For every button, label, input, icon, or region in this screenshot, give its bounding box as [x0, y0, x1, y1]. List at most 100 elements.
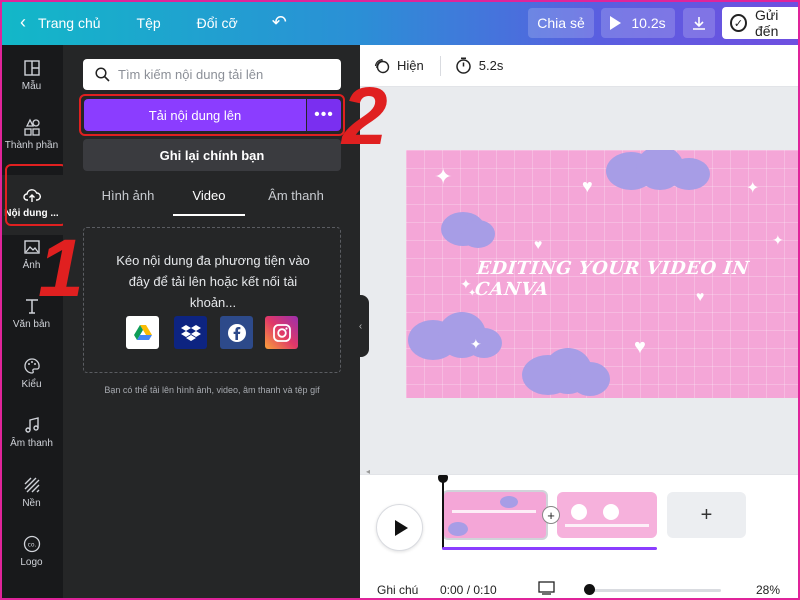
rail-item-audio[interactable]: Âm thanh: [0, 416, 63, 449]
music-icon: [24, 417, 39, 433]
heart-icon: ♥: [534, 236, 543, 252]
facebook-button[interactable]: [220, 316, 253, 349]
search-input[interactable]: Tìm kiếm nội dung tải lên: [83, 59, 341, 90]
send-label: Gửi đến: [755, 7, 779, 39]
send-button[interactable]: ✓ Gửi đến: [722, 7, 800, 39]
zoom-slider-knob[interactable]: [584, 584, 595, 595]
record-yourself-button[interactable]: Ghi lại chính bạn: [83, 139, 341, 171]
chevron-left-icon: ‹: [20, 12, 26, 32]
facebook-icon: [227, 323, 246, 342]
template-icon: [23, 60, 40, 76]
timeline-clip-2[interactable]: [557, 492, 657, 538]
undo-icon[interactable]: ↶: [272, 12, 287, 33]
cloud-decoration: [500, 496, 518, 508]
rail-item-elements[interactable]: Thành phần: [0, 118, 63, 151]
uploads-panel: Tìm kiếm nội dung tải lên Tải nội dung l…: [63, 45, 360, 600]
add-page-button[interactable]: +: [667, 492, 746, 538]
rail-item-templates[interactable]: Mẫu: [0, 59, 63, 92]
google-drive-button[interactable]: [126, 316, 159, 349]
playhead-handle[interactable]: [438, 475, 448, 483]
upload-hint: Bạn có thể tải lên hình ảnh, video, âm t…: [104, 385, 320, 395]
add-transition-button[interactable]: +: [542, 506, 560, 524]
clip-thumbnail-avatar: [603, 504, 619, 520]
check-circle-icon: ✓: [730, 14, 747, 32]
toolbar-divider: [439, 55, 441, 76]
time-readout: 0:00 / 0:10: [440, 583, 497, 597]
rail-label: Kiểu: [21, 379, 42, 390]
rail-label: Âm thanh: [10, 438, 53, 449]
background-icon: [24, 477, 39, 493]
cloud-decoration: [461, 220, 495, 248]
play-icon: [395, 519, 408, 536]
zoom-slider[interactable]: [588, 589, 721, 592]
play-preview-button[interactable]: 10.2s: [601, 8, 675, 38]
cloud-decoration: [570, 362, 610, 396]
instagram-icon: [272, 323, 291, 342]
duration-label: 5.2s: [478, 58, 504, 73]
home-label: Trang chủ: [38, 14, 101, 31]
rail-label: Mẫu: [21, 81, 42, 92]
top-bar: ‹ Trang chủ Tệp Đổi cỡ ↶ Chia sẻ 10.2s ✓…: [0, 0, 800, 45]
rail-label: Thành phần: [4, 140, 59, 151]
search-placeholder: Tìm kiếm nội dung tải lên: [118, 67, 264, 82]
logo-icon: co.: [23, 535, 40, 553]
zoom-level: 28%: [756, 583, 781, 597]
google-drive-icon: [133, 324, 152, 340]
tab-images[interactable]: Hình ảnh: [83, 188, 173, 216]
download-icon: [693, 17, 705, 30]
instagram-button[interactable]: [265, 316, 298, 349]
cloud-decoration: [668, 158, 710, 190]
rail-item-logo[interactable]: co. Logo: [0, 535, 63, 568]
resize-menu[interactable]: Đổi cỡ: [197, 15, 238, 31]
canvas-title-text[interactable]: EDITING YOUR VIDEO IN CANVA: [474, 258, 800, 300]
sparkle-icon: ✦: [772, 232, 784, 248]
rail-item-styles[interactable]: Kiểu: [0, 357, 63, 390]
rail-label: Nền: [22, 498, 41, 509]
more-options-button[interactable]: •••: [307, 99, 341, 131]
rail-label: Văn bản: [12, 319, 51, 330]
tab-audio[interactable]: Âm thanh: [251, 188, 341, 216]
side-rail: Mẫu Thành phần Nội dung ... Ảnh Văn bản …: [0, 45, 63, 600]
timeline-play-button[interactable]: [376, 504, 423, 551]
elements-icon: [23, 118, 40, 136]
animate-icon: [374, 58, 390, 73]
collapse-panel-button[interactable]: ‹: [352, 295, 369, 357]
timeline-progress-bar: [442, 547, 657, 550]
play-icon: [610, 16, 622, 30]
screen-icon[interactable]: [538, 581, 555, 596]
timeline-clip-1[interactable]: [442, 490, 548, 540]
play-duration: 10.2s: [631, 15, 666, 31]
clip-thumbnail-title: [452, 510, 536, 513]
palette-icon: [23, 358, 40, 374]
file-menu[interactable]: Tệp: [137, 15, 161, 31]
editor-toolbar: Hiện 5.2s: [360, 45, 800, 87]
upload-media-button[interactable]: Tải nội dung lên: [84, 99, 306, 131]
upload-drop-zone[interactable]: Kéo nội dung đa phương tiện vào đây để t…: [83, 227, 341, 373]
sparkle-icon: ✦: [746, 180, 760, 197]
design-canvas[interactable]: ✦ ♥ ✦ ♥ ✦ ✦ ✦ ♥ ✦ ♥ EDITING YOUR VIDEO I…: [406, 150, 800, 398]
animate-button[interactable]: Hiện: [374, 58, 424, 74]
download-button[interactable]: [683, 8, 715, 38]
rail-item-background[interactable]: Nền: [0, 476, 63, 509]
uploads-highlight-box: [5, 164, 67, 226]
timeline-playhead[interactable]: [442, 475, 444, 549]
search-icon: [95, 67, 110, 82]
heart-icon: ♥: [582, 176, 593, 196]
timer-icon: [456, 57, 471, 74]
notes-button[interactable]: Ghi chú: [377, 583, 418, 597]
cloud-decoration: [448, 522, 468, 536]
clip-thumbnail-avatar: [571, 504, 587, 520]
sparkle-icon: ✦: [470, 336, 482, 352]
dropbox-button[interactable]: [174, 316, 207, 349]
sparkle-icon: ✦: [434, 164, 453, 189]
top-nav: ‹ Trang chủ Tệp Đổi cỡ ↶: [0, 12, 287, 33]
share-button[interactable]: Chia sẻ: [528, 8, 594, 38]
annotation-step-1: 1: [38, 223, 84, 314]
tab-video[interactable]: Video: [173, 188, 245, 216]
dropbox-icon: [180, 324, 201, 341]
home-link[interactable]: ‹ Trang chủ: [20, 12, 101, 33]
rail-label: Logo: [20, 557, 43, 568]
duration-button[interactable]: 5.2s: [455, 57, 504, 74]
timeline-footer: Ghi chú 0:00 / 0:10 28%: [360, 581, 800, 600]
clip-thumbnail-caption: [565, 524, 649, 527]
